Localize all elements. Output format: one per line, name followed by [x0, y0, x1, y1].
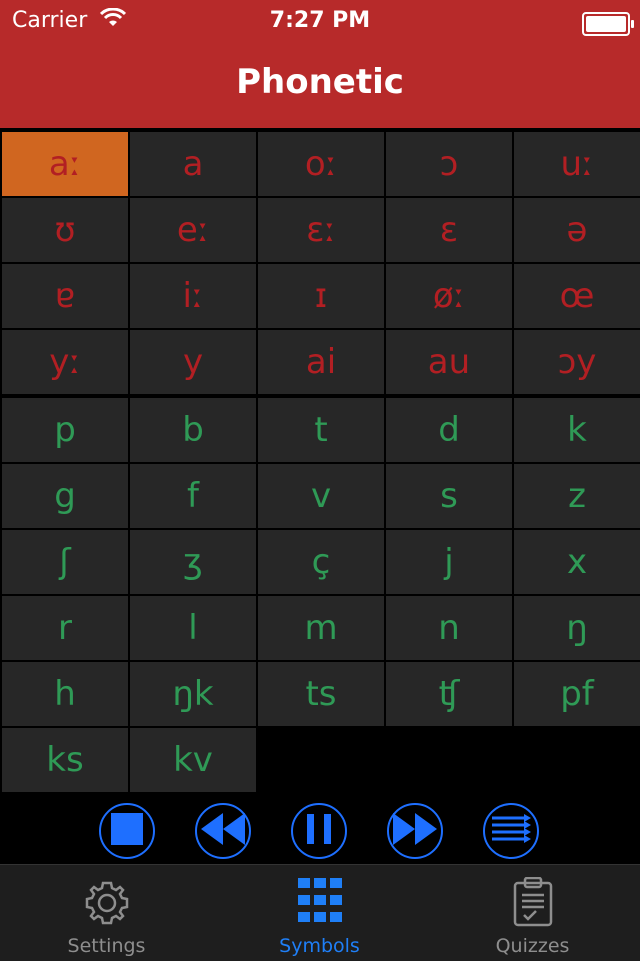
- vowel-cell[interactable]: uː: [514, 132, 640, 196]
- consonant-cell[interactable]: z: [514, 464, 640, 528]
- vowel-cell[interactable]: y: [130, 330, 256, 394]
- vowel-cell[interactable]: eː: [130, 198, 256, 262]
- grid-icon: [297, 877, 343, 927]
- vowel-cell[interactable]: aː: [2, 132, 128, 196]
- consonant-cell[interactable]: s: [386, 464, 512, 528]
- tab-settings[interactable]: Settings: [0, 865, 213, 961]
- tab-symbols[interactable]: Symbols: [213, 865, 426, 961]
- vowel-cell[interactable]: oː: [258, 132, 384, 196]
- vowel-cell[interactable]: a: [130, 132, 256, 196]
- vowel-cell[interactable]: œ: [514, 264, 640, 328]
- consonant-cell[interactable]: t: [258, 398, 384, 462]
- status-bar: Carrier 7:27 PM: [0, 6, 640, 36]
- vowel-cell[interactable]: øː: [386, 264, 512, 328]
- tab-symbols-label: Symbols: [279, 935, 360, 957]
- consonant-grid: p b t d k g f v s z ʃ ʒ ç j x r l m n ŋ …: [0, 396, 640, 792]
- vowel-cell[interactable]: ɐ: [2, 264, 128, 328]
- tab-settings-label: Settings: [67, 935, 146, 957]
- vowel-cell[interactable]: ʊ: [2, 198, 128, 262]
- gear-icon: [81, 877, 133, 933]
- consonant-cell[interactable]: d: [386, 398, 512, 462]
- consonant-cell[interactable]: kv: [130, 728, 256, 792]
- forward-button[interactable]: [387, 803, 443, 859]
- playlist-button[interactable]: [483, 803, 539, 859]
- consonant-cell[interactable]: x: [514, 530, 640, 594]
- consonant-cell[interactable]: ʃ: [2, 530, 128, 594]
- consonant-cell[interactable]: n: [386, 596, 512, 660]
- vowel-cell[interactable]: iː: [130, 264, 256, 328]
- tab-bar: Settings Symbols Quizzes: [0, 864, 640, 961]
- consonant-cell[interactable]: v: [258, 464, 384, 528]
- consonant-cell[interactable]: j: [386, 530, 512, 594]
- battery-icon: [582, 12, 634, 36]
- page-title: Phonetic: [236, 62, 404, 102]
- consonant-cell[interactable]: m: [258, 596, 384, 660]
- nav-header: Carrier 7:27 PM Phonetic: [0, 0, 640, 128]
- vowel-cell[interactable]: yː: [2, 330, 128, 394]
- consonant-cell[interactable]: pf: [514, 662, 640, 726]
- consonant-cell[interactable]: f: [130, 464, 256, 528]
- playlist-icon: [490, 814, 532, 848]
- status-time: 7:27 PM: [269, 8, 371, 33]
- consonant-cell[interactable]: r: [2, 596, 128, 660]
- vowel-cell[interactable]: ɔ: [386, 132, 512, 196]
- consonant-cell[interactable]: ŋk: [130, 662, 256, 726]
- player-controls: [0, 796, 640, 864]
- vowel-cell[interactable]: ɔy: [514, 330, 640, 394]
- consonant-cell[interactable]: ts: [258, 662, 384, 726]
- forward-icon: [391, 811, 439, 851]
- consonant-cell[interactable]: l: [130, 596, 256, 660]
- tab-quizzes[interactable]: Quizzes: [426, 865, 639, 961]
- pause-button[interactable]: [291, 803, 347, 859]
- consonant-cell[interactable]: b: [130, 398, 256, 462]
- consonant-cell[interactable]: ŋ: [514, 596, 640, 660]
- consonant-cell[interactable]: k: [514, 398, 640, 462]
- stop-button[interactable]: [99, 803, 155, 859]
- vowel-grid: aː a oː ɔ uː ʊ eː ɛː ɛ ə ɐ iː ɪ øː œ yː …: [0, 130, 640, 394]
- vowel-cell[interactable]: ɛ: [386, 198, 512, 262]
- vowel-cell[interactable]: ɪ: [258, 264, 384, 328]
- consonant-cell[interactable]: h: [2, 662, 128, 726]
- consonant-cell[interactable]: ks: [2, 728, 128, 792]
- stop-icon: [110, 812, 144, 850]
- vowel-cell[interactable]: ai: [258, 330, 384, 394]
- rewind-icon: [199, 811, 247, 851]
- consonant-cell[interactable]: ʒ: [130, 530, 256, 594]
- vowel-cell[interactable]: ə: [514, 198, 640, 262]
- consonant-cell[interactable]: g: [2, 464, 128, 528]
- pause-icon: [304, 813, 334, 849]
- consonant-cell[interactable]: ʧ: [386, 662, 512, 726]
- consonant-cell[interactable]: ç: [258, 530, 384, 594]
- vowel-cell[interactable]: au: [386, 330, 512, 394]
- vowel-cell[interactable]: ɛː: [258, 198, 384, 262]
- rewind-button[interactable]: [195, 803, 251, 859]
- clipboard-icon: [512, 876, 554, 931]
- tab-quizzes-label: Quizzes: [495, 935, 570, 957]
- consonant-cell[interactable]: p: [2, 398, 128, 462]
